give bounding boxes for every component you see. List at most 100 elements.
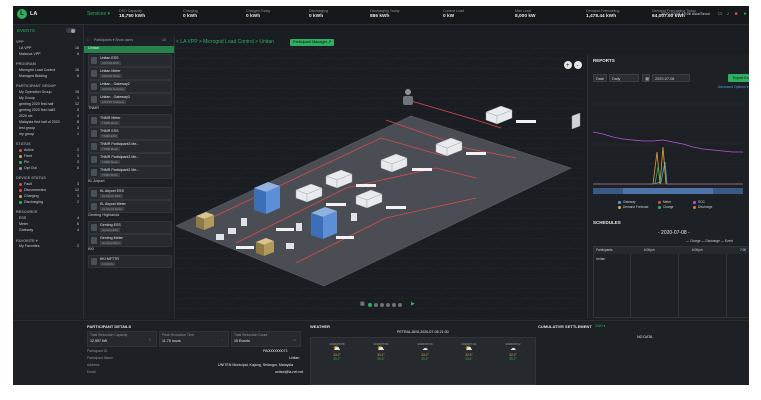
carousel-dot[interactable] bbox=[374, 303, 378, 307]
device-icon bbox=[91, 203, 97, 210]
participant-group-header[interactable]: Unitan bbox=[84, 46, 174, 53]
schedules-title: SCHEDULES bbox=[593, 220, 621, 225]
sidebar-item[interactable]: My Favorites 2 bbox=[19, 244, 79, 250]
participant-card[interactable]: Unitan - Gateway2 UNITAN Gateway bbox=[88, 80, 172, 93]
device-icon bbox=[91, 70, 97, 77]
settlement-empty: NO DATA bbox=[637, 335, 653, 339]
svg-text:-: - bbox=[577, 63, 579, 69]
participant-card[interactable]: TNMR ESS TNMR ESS bbox=[88, 127, 172, 140]
participant-group-header[interactable]: KL Airport bbox=[84, 179, 174, 186]
cloud-sun-icon: ⛅ bbox=[333, 346, 341, 352]
section-heading: PROGRAM bbox=[16, 62, 36, 66]
cloud-sun-icon: ⛅ bbox=[377, 346, 385, 352]
sidebar-item[interactable]: Malacca VPP 6 bbox=[19, 52, 79, 58]
schedule-table: Participants 6:00pm 6:00pm 7:00 Unitan bbox=[593, 246, 749, 318]
participant-manager-button[interactable]: Participant Manager ↗ bbox=[290, 39, 335, 46]
advanced-options-link[interactable]: Advanced Options ▾ bbox=[718, 85, 748, 89]
calendar-icon: ▭ bbox=[293, 338, 297, 342]
device-icon bbox=[91, 143, 97, 150]
weather-day: 2020/07/09 ⛅ 33.1° 25.3° bbox=[363, 342, 399, 361]
participant-card[interactable]: Unitan ESS UNITAN ESS bbox=[88, 54, 172, 67]
participant-card[interactable]: TNMR Participant3 Me... TNMR Meter bbox=[88, 140, 172, 153]
microgrid-3d-view[interactable]: + - bbox=[175, 48, 585, 319]
stat-1: Charging 0 kWh bbox=[183, 9, 198, 19]
device-icon bbox=[91, 156, 97, 163]
capacity-card: Total Reduction Capacity 12,997 kW ϟ bbox=[87, 331, 157, 347]
participant-card[interactable]: Unitan Meter UNITAN Meter bbox=[88, 67, 172, 80]
events-toggle[interactable] bbox=[66, 28, 76, 33]
monitor-icon[interactable]: ▭ bbox=[717, 11, 723, 17]
participant-email[interactable]: unitan@la-net.net bbox=[275, 370, 303, 374]
status-dot-icon bbox=[19, 166, 22, 170]
sidebar-item[interactable]: Gateway 4 bbox=[19, 228, 79, 234]
export-excel-button[interactable]: Export Excel bbox=[728, 74, 749, 82]
main-breadcrumb[interactable]: < LA VPP > Microgrid Load Control > Unit… bbox=[176, 39, 274, 45]
clock-icon: ◔ bbox=[221, 338, 224, 342]
app-logo[interactable]: L bbox=[17, 9, 27, 19]
sidebar-item[interactable]: Managed Bidding 6 bbox=[19, 74, 79, 80]
date-label: Date bbox=[593, 74, 607, 82]
calendar-icon[interactable]: ▦ bbox=[642, 74, 650, 82]
weather-location: PETRALJAYA 2020-07-08 21:00 bbox=[397, 330, 449, 334]
participant-card[interactable]: TNMR Meter TNMR Meter bbox=[88, 114, 172, 127]
legend-meter: Meter bbox=[658, 200, 671, 204]
stat-5: Current Load 0 kW bbox=[443, 9, 464, 19]
flag-icon[interactable]: ■ bbox=[733, 11, 739, 17]
report-chart bbox=[593, 103, 743, 194]
reports-title: REPORTS bbox=[593, 58, 615, 63]
user-icon[interactable]: ● bbox=[742, 11, 748, 17]
participant-group-header[interactable]: TNMR bbox=[84, 106, 174, 113]
play-icon[interactable]: ▶ bbox=[411, 301, 415, 307]
section-heading: RESOURCE bbox=[16, 210, 38, 214]
sidebar-item[interactable]: Opt Out 0 bbox=[19, 166, 79, 172]
legend-demand-forecast: Demand Forecast bbox=[618, 205, 648, 209]
participant-group-header[interactable]: KKI bbox=[84, 247, 174, 254]
status-dot-icon bbox=[19, 154, 22, 158]
status-dot-icon bbox=[19, 182, 22, 186]
sidebar-item[interactable]: Discharging 2 bbox=[19, 200, 79, 206]
participant-card[interactable]: Genting ESS Genting ESS bbox=[88, 221, 172, 234]
period-select[interactable]: Daily bbox=[609, 74, 639, 82]
cloud-icon: ☁ bbox=[422, 346, 428, 352]
participant-id: PA0000000073 bbox=[263, 349, 288, 353]
bolt-icon: ϟ bbox=[149, 338, 151, 342]
reports-panel: REPORTS Date Daily ▦ 2020-07-08 Export E… bbox=[587, 54, 749, 319]
weather-title: WEATHER bbox=[310, 324, 330, 329]
settlement-title: CUMULATIVE SETTLEMENT bbox=[538, 324, 592, 329]
cloud-icon: ☁ bbox=[510, 346, 516, 352]
device-icon bbox=[91, 57, 97, 64]
services-menu[interactable]: Services ▾ bbox=[87, 11, 110, 17]
participant-card[interactable]: KL Airport Meter KL Airport Meter bbox=[88, 200, 172, 213]
carousel-dot[interactable] bbox=[380, 303, 384, 307]
weather-day: 2020/07/08 ⛅ 33.0° 25.1° bbox=[319, 342, 355, 361]
report-date-field[interactable]: 2020-07-08 bbox=[652, 74, 690, 82]
stat-0: DSO Capacity 18,750 kWh bbox=[119, 9, 146, 19]
carousel-dot[interactable] bbox=[368, 303, 372, 307]
events-card: Total Reduction Count 15 Events ▭ bbox=[231, 331, 301, 347]
participant-card[interactable]: TNMR Participant2 Me... TNMR Meter bbox=[88, 166, 172, 179]
events-title: EVENTS bbox=[17, 28, 36, 33]
stat-7: Demand Forecasting 1,478.44 kWh bbox=[586, 9, 620, 19]
settlement-year-select[interactable]: 2020 ▾ bbox=[595, 324, 605, 328]
participant-card[interactable]: KL Airport ESS KL Airport ESS bbox=[88, 187, 172, 200]
section-heading: FAVORITE ▾ bbox=[16, 239, 38, 243]
carousel-dot[interactable] bbox=[386, 303, 390, 307]
participant-details-title: PARTICIPANT DETAILS bbox=[87, 324, 132, 329]
weather-card: 2020/07/08 ⛅ 33.0° 25.1° 2020/07/09 ⛅ 33.1° 25.… bbox=[310, 337, 536, 385]
section-heading: VPP bbox=[16, 40, 24, 44]
grid-view-icon[interactable]: ▦ bbox=[360, 301, 365, 307]
participant-card[interactable]: TNMR Participant3 Me... TNMR Meter bbox=[88, 153, 172, 166]
sidebar-item[interactable]: my group 1 bbox=[19, 132, 79, 138]
participant-group-header[interactable]: Genting Highlands bbox=[84, 213, 174, 220]
carousel-dot[interactable] bbox=[392, 303, 396, 307]
bell-icon[interactable]: ♪ bbox=[725, 11, 731, 17]
participant-card[interactable]: Unitan - Gateway3 UNITAN Gateway bbox=[88, 93, 172, 106]
participant-card[interactable]: Genting Meter Genting Meter bbox=[88, 234, 172, 247]
search-icon[interactable]: ⌕ bbox=[87, 38, 89, 42]
participant-card[interactable]: KKI MFTTR KKI ESS bbox=[88, 255, 172, 268]
carousel-dot[interactable] bbox=[398, 303, 402, 307]
weather-day: 2020/07/11 ⛅ 32.5° 25.4° bbox=[451, 342, 487, 361]
stat-4: Discharging Today 886 kWh bbox=[370, 9, 400, 19]
top-bar: L LA Services ▾ DSO Capacity 18,750 kWh Ch… bbox=[13, 6, 749, 25]
schedule-row-label: Unitan bbox=[596, 257, 606, 261]
